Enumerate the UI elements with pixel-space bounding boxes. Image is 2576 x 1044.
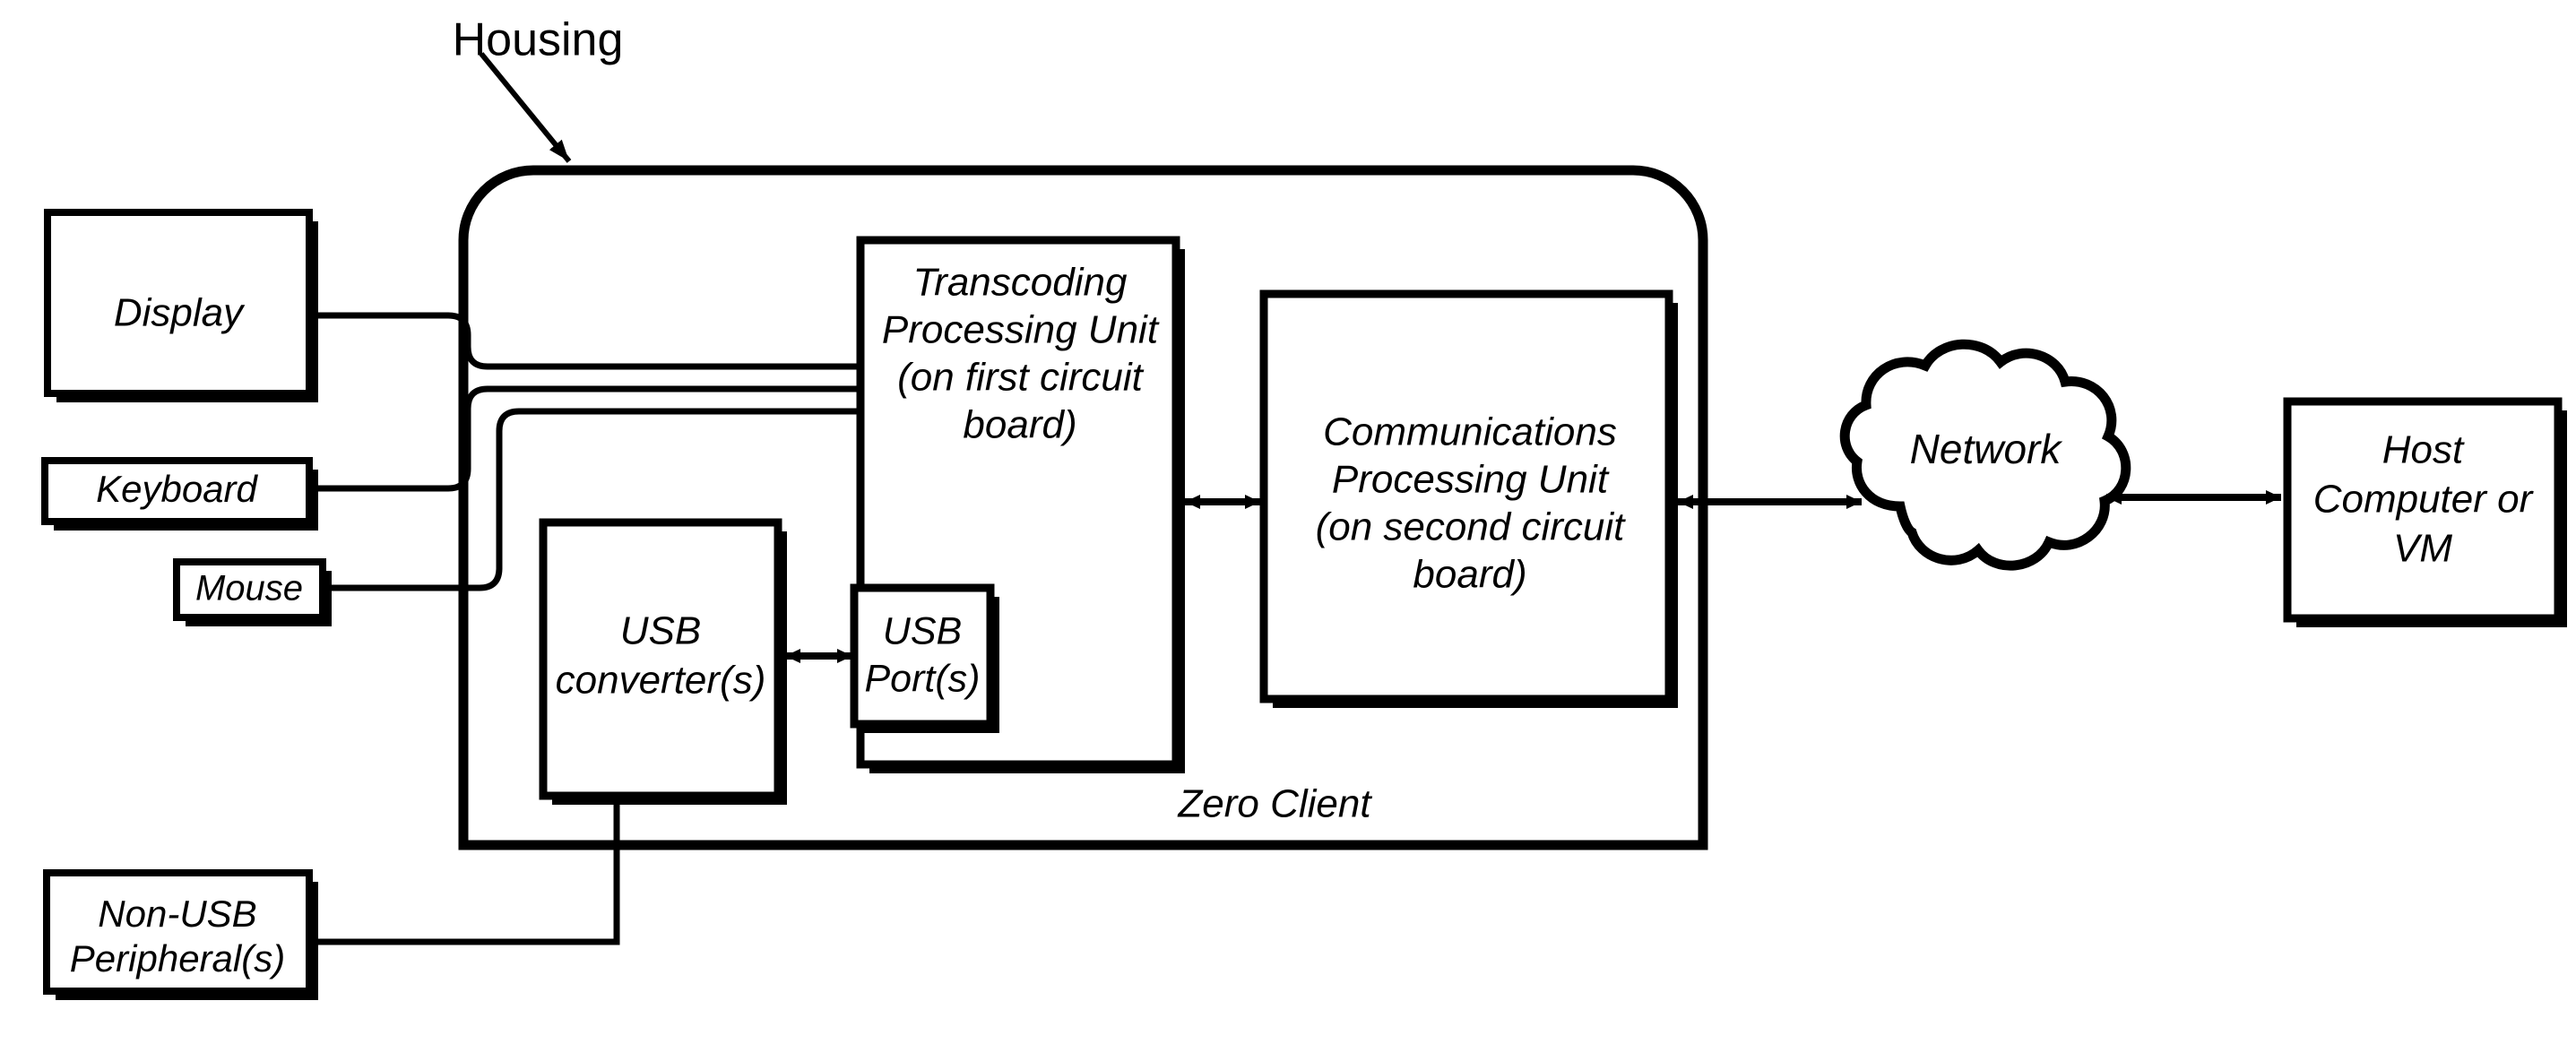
- node-network: Network: [1839, 339, 2131, 571]
- patent-figure: Housing Display Keyboard Mouse Non-USB P…: [0, 0, 2576, 1044]
- node-keyboard: Keyboard: [41, 457, 318, 531]
- non-usb-label-line1: Non-USB: [98, 893, 256, 935]
- cpu-label-line2: Processing Unit: [1332, 458, 1610, 502]
- host-label-line2: Computer or: [2313, 478, 2535, 522]
- cpu-label-line3: (on second circuit: [1316, 505, 1627, 549]
- wire-display-to-tpu: [318, 312, 860, 370]
- node-display: Display: [44, 209, 318, 402]
- housing-label: Housing: [453, 14, 624, 66]
- tpu-label-line3: (on first circuit: [897, 356, 1145, 400]
- housing-callout-arrow: [479, 52, 572, 163]
- usb-ports-box: [850, 583, 995, 729]
- node-usb-ports: USB Port(s): [850, 583, 999, 733]
- block-diagram-canvas: Housing Display Keyboard Mouse Non-USB P…: [41, 14, 2567, 1000]
- display-label: Display: [114, 291, 246, 335]
- node-usb-converters: USB converter(s): [539, 518, 787, 805]
- network-label: Network: [1910, 426, 2063, 472]
- wire-keyboard-to-tpu: [318, 385, 860, 492]
- tpu-label-line2: Processing Unit: [882, 308, 1160, 352]
- usb-ports-label-line2: Port(s): [865, 657, 981, 700]
- cpu-label-line1: Communications: [1323, 410, 1617, 454]
- host-label-line3: VM: [2393, 527, 2452, 571]
- non-usb-label-line2: Peripheral(s): [70, 937, 285, 979]
- tpu-label-line4: board): [963, 403, 1076, 447]
- node-non-usb-peripherals: Non-USB Peripheral(s): [43, 869, 318, 1000]
- mouse-label: Mouse: [195, 569, 303, 608]
- housing-callout: Housing: [453, 14, 624, 163]
- host-label-line1: Host: [2382, 428, 2465, 472]
- keyboard-label: Keyboard: [96, 468, 258, 510]
- usb-converter-label-line2: converter(s): [556, 659, 766, 703]
- usb-ports-label-line1: USB: [883, 609, 962, 652]
- node-host-computer: Host Computer or VM: [2283, 397, 2567, 627]
- cpu-label-line4: board): [1413, 553, 1526, 597]
- usb-converter-label-line1: USB: [620, 609, 701, 653]
- node-mouse: Mouse: [173, 558, 332, 626]
- zero-client-label: Zero Client: [1177, 782, 1372, 826]
- node-communications-processing-unit: Communications Processing Unit (on secon…: [1259, 289, 1678, 708]
- tpu-label-line1: Transcoding: [913, 261, 1128, 305]
